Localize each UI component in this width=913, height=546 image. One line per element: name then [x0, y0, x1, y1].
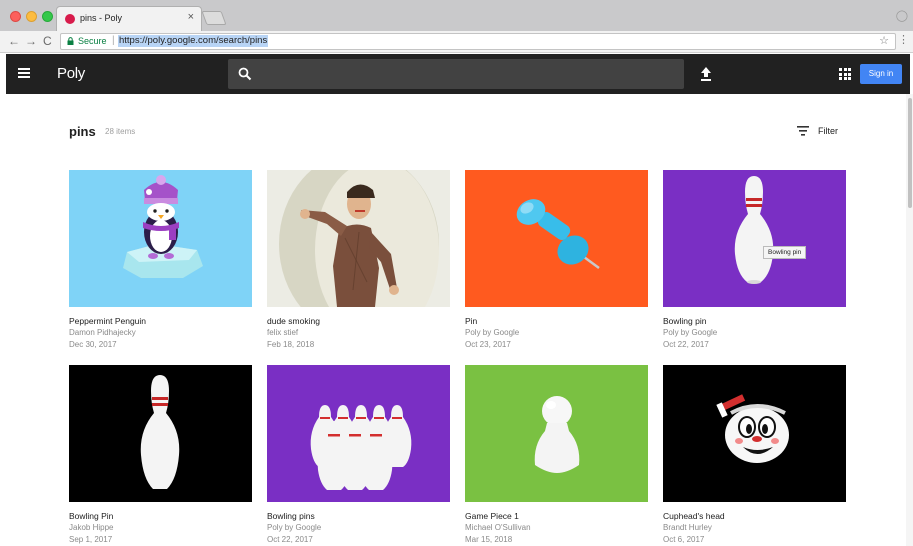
game-piece-thumbnail-image [465, 365, 648, 502]
result-card[interactable]: dude smoking felix stief Feb 18, 2018 [267, 170, 450, 351]
minimize-window-button[interactable] [26, 11, 37, 22]
sign-in-button[interactable]: Sign in [860, 64, 902, 84]
bowling-pin-thumbnail-image [663, 170, 846, 307]
card-date: Oct 6, 2017 [663, 535, 705, 544]
card-title[interactable]: Bowling Pin [69, 510, 252, 522]
apps-grid-icon[interactable] [839, 68, 851, 80]
pushpin-thumbnail-image [465, 170, 648, 307]
card-author[interactable]: Jakob Hippe [69, 522, 252, 534]
upload-icon[interactable] [699, 66, 713, 82]
card-title[interactable]: Pin [465, 315, 648, 327]
page: pins - Poly × ◯ ← → C Secure | https://p… [0, 0, 913, 546]
page-scrollbar-thumb[interactable] [908, 98, 912, 208]
card-thumbnail[interactable] [267, 170, 450, 307]
bookmark-star-icon[interactable]: ☆ [879, 34, 889, 47]
filter-label: Filter [818, 126, 838, 136]
result-card[interactable]: Bowling Pin Jakob Hippe Sep 1, 2017 [69, 365, 252, 546]
brand-logo[interactable]: Poly [57, 65, 85, 82]
card-thumbnail[interactable] [663, 365, 846, 502]
tab-title: pins - Poly [80, 13, 123, 23]
card-author[interactable]: Poly by Google [465, 327, 648, 339]
tab-close-icon[interactable]: × [188, 11, 194, 23]
new-tab-button[interactable] [201, 11, 227, 25]
card-date: Oct 23, 2017 [465, 340, 511, 349]
address-bar[interactable]: Secure | https://poly.google.com/search/… [60, 33, 896, 50]
result-card[interactable]: Cuphead's head Brandt Hurley Oct 6, 2017 [663, 365, 846, 546]
bowling-pin-black-thumbnail-image [69, 365, 252, 502]
card-thumbnail[interactable] [69, 365, 252, 502]
results-query-title: pins [69, 124, 96, 139]
card-author[interactable]: Poly by Google [267, 522, 450, 534]
result-card[interactable]: Bowling pins Poly by Google Oct 22, 2017 [267, 365, 450, 546]
card-title[interactable]: Bowling pins [267, 510, 450, 522]
browser-toolbar: ← → C Secure | https://poly.google.com/s… [0, 31, 913, 53]
result-card[interactable]: Bowling pin Bowling pin Poly by Google O… [663, 170, 846, 351]
results-count: 28 items [105, 127, 136, 136]
result-card[interactable]: Peppermint Penguin Damon Pidhajecky Dec … [69, 170, 252, 351]
card-thumbnail[interactable] [69, 170, 252, 307]
card-date: Oct 22, 2017 [663, 340, 709, 349]
card-date: Mar 15, 2018 [465, 535, 513, 544]
profile-icon[interactable]: ◯ [896, 9, 908, 22]
maximize-window-button[interactable] [42, 11, 53, 22]
card-author[interactable]: Michael O'Sullivan [465, 522, 648, 534]
card-author[interactable]: felix stief [267, 327, 450, 339]
card-thumbnail[interactable] [465, 365, 648, 502]
close-window-button[interactable] [10, 11, 21, 22]
result-card[interactable]: Game Piece 1 Michael O'Sullivan Mar 15, … [465, 365, 648, 546]
browser-menu-icon[interactable]: ⋮ [898, 34, 909, 46]
card-title[interactable]: dude smoking [267, 315, 450, 327]
browser-tab[interactable]: pins - Poly × [56, 6, 202, 31]
back-button[interactable]: ← [8, 34, 20, 48]
card-thumbnail[interactable]: Bowling pin [663, 170, 846, 307]
app-header: Poly Sign in [6, 54, 910, 94]
dude-smoking-thumbnail-image [267, 170, 450, 307]
card-thumbnail[interactable] [465, 170, 648, 307]
card-thumbnail[interactable] [267, 365, 450, 502]
secure-label: Secure [78, 36, 107, 46]
card-date: Feb 18, 2018 [267, 340, 315, 349]
bowling-pins-group-thumbnail-image [267, 365, 450, 502]
search-icon [238, 67, 252, 81]
browser-tab-strip: pins - Poly × ◯ [0, 0, 913, 31]
penguin-thumbnail-image [69, 170, 252, 307]
card-date: Sep 1, 2017 [69, 535, 113, 544]
card-author[interactable]: Poly by Google [663, 327, 846, 339]
card-date: Oct 22, 2017 [267, 535, 313, 544]
card-title[interactable]: Bowling pin [663, 315, 846, 327]
thumbnail-tooltip: Bowling pin [763, 246, 807, 259]
lock-icon [67, 37, 74, 45]
url-text[interactable]: https://poly.google.com/search/pins [118, 35, 269, 47]
card-date: Dec 30, 2017 [69, 340, 117, 349]
reload-button[interactable]: C [43, 34, 52, 48]
url-separator: | [112, 35, 115, 46]
filter-button[interactable]: Filter [797, 124, 857, 140]
forward-button[interactable]: → [25, 34, 37, 48]
card-title[interactable]: Peppermint Penguin [69, 315, 252, 327]
card-title[interactable]: Cuphead's head [663, 510, 846, 522]
search-input[interactable] [228, 59, 684, 89]
result-card[interactable]: Pin Poly by Google Oct 23, 2017 [465, 170, 648, 351]
card-author[interactable]: Brandt Hurley [663, 522, 846, 534]
poly-favicon-icon [65, 14, 75, 24]
card-author[interactable]: Damon Pidhajecky [69, 327, 252, 339]
filter-icon [797, 126, 809, 136]
hamburger-icon[interactable] [18, 68, 30, 78]
card-title[interactable]: Game Piece 1 [465, 510, 648, 522]
cuphead-thumbnail-image [663, 365, 846, 502]
